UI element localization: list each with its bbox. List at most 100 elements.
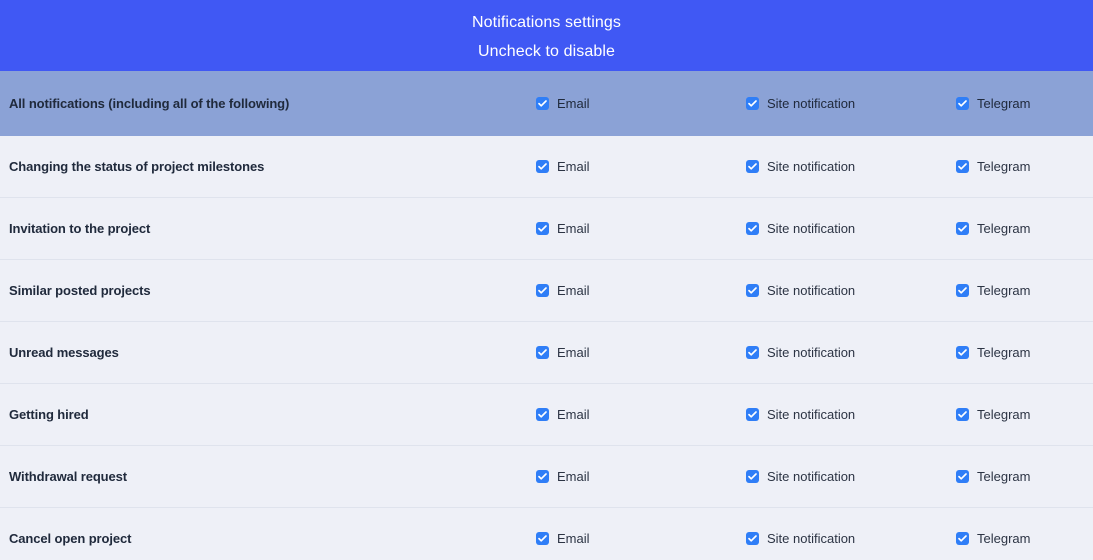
checkbox-site[interactable] — [746, 346, 759, 359]
channel-option-telegram[interactable]: Telegram — [956, 345, 1093, 360]
check-icon — [538, 163, 547, 170]
checkbox-telegram[interactable] — [956, 284, 969, 297]
table-row: Getting hired Email Site notification Teleg… — [0, 384, 1093, 446]
checkbox-site[interactable] — [746, 408, 759, 421]
check-icon — [538, 99, 547, 107]
channel-option-label: Telegram — [977, 531, 1031, 546]
channel-option-email[interactable]: Email — [536, 283, 746, 298]
channel-option-label: Email — [557, 221, 590, 236]
checkbox-site[interactable] — [746, 532, 759, 545]
notification-type-label: All notifications (including all of the … — [9, 95, 290, 111]
check-icon — [748, 473, 757, 480]
channel-option-label: Email — [557, 345, 590, 360]
channel-option-site[interactable]: Site notification — [746, 469, 956, 484]
checkbox-email[interactable] — [536, 96, 549, 110]
channel-option-telegram[interactable]: Telegram — [956, 221, 1093, 236]
checkbox-email[interactable] — [536, 532, 549, 545]
channel-option-site[interactable]: Site notification — [746, 531, 956, 546]
checkbox-site[interactable] — [746, 160, 759, 173]
notification-type-label: Getting hired — [9, 407, 89, 422]
notification-type-label: Unread messages — [9, 345, 119, 360]
channel-option-label: Site notification — [767, 531, 856, 546]
checkbox-site[interactable] — [746, 222, 759, 235]
channel-option-email[interactable]: Email — [536, 531, 746, 546]
channel-option-email[interactable]: Email — [536, 407, 746, 422]
checkbox-telegram[interactable] — [956, 408, 969, 421]
check-icon — [748, 535, 757, 542]
channel-option-telegram[interactable]: Telegram — [956, 531, 1093, 546]
channel-option-telegram[interactable]: Telegram — [956, 407, 1093, 422]
check-icon — [748, 99, 757, 107]
channel-option-label: Site notification — [767, 221, 856, 236]
table-row: Similar posted projects Email Site notific… — [0, 260, 1093, 322]
checkbox-email[interactable] — [536, 284, 549, 297]
check-icon — [958, 411, 967, 418]
channel-option-label: Site notification — [767, 345, 856, 360]
channel-option-label: Site notification — [767, 469, 856, 484]
table-row: Invitation to the project Email Site notif… — [0, 198, 1093, 260]
page-title: Notifications settings — [472, 13, 621, 31]
channel-option-email[interactable]: Email — [536, 469, 746, 484]
notification-type-label: Invitation to the project — [9, 221, 151, 236]
channel-option-label: Telegram — [977, 283, 1031, 298]
channel-option-label: Email — [557, 469, 590, 484]
channel-option-label: Site notification — [767, 407, 856, 422]
checkbox-telegram[interactable] — [956, 532, 969, 545]
notification-type-label: Similar posted projects — [9, 283, 151, 298]
channel-option-email[interactable]: Email — [536, 96, 746, 111]
table-row: Changing the status of project milestone… — [0, 136, 1093, 198]
check-icon — [958, 99, 967, 107]
channel-option-site[interactable]: Site notification — [746, 283, 956, 298]
channel-option-site[interactable]: Site notification — [746, 159, 956, 174]
table-row: Unread messages Email Site notification Tel… — [0, 322, 1093, 384]
channel-option-label: Email — [557, 95, 590, 111]
channel-option-label: Email — [557, 159, 590, 174]
checkbox-site[interactable] — [746, 284, 759, 297]
check-icon — [538, 225, 547, 232]
channel-option-email[interactable]: Email — [536, 159, 746, 174]
checkbox-email[interactable] — [536, 160, 549, 173]
check-icon — [958, 225, 967, 232]
table-row: Withdrawal request Email Site notification… — [0, 446, 1093, 508]
channel-option-label: Telegram — [977, 221, 1031, 236]
checkbox-email[interactable] — [536, 470, 549, 483]
channel-option-label: Site notification — [767, 283, 856, 298]
notifications-table: All notifications (including all of the … — [0, 71, 1093, 560]
checkbox-telegram[interactable] — [956, 96, 969, 110]
checkbox-email[interactable] — [536, 346, 549, 359]
checkbox-site[interactable] — [746, 470, 759, 483]
channel-option-telegram[interactable]: Telegram — [956, 283, 1093, 298]
channel-option-site[interactable]: Site notification — [746, 407, 956, 422]
page-header: Notifications settings Uncheck to disabl… — [0, 0, 1093, 71]
check-icon — [958, 535, 967, 542]
channel-option-site[interactable]: Site notification — [746, 96, 956, 111]
checkbox-telegram[interactable] — [956, 222, 969, 235]
channel-option-label: Telegram — [977, 345, 1031, 360]
channel-option-site[interactable]: Site notification — [746, 345, 956, 360]
checkbox-telegram[interactable] — [956, 160, 969, 173]
checkbox-email[interactable] — [536, 408, 549, 421]
check-icon — [958, 349, 967, 356]
channel-option-email[interactable]: Email — [536, 345, 746, 360]
channel-option-label: Telegram — [977, 407, 1031, 422]
check-icon — [958, 473, 967, 480]
checkbox-telegram[interactable] — [956, 470, 969, 483]
check-icon — [538, 411, 547, 418]
page-subtitle: Uncheck to disable — [478, 42, 615, 60]
check-icon — [748, 225, 757, 232]
check-icon — [958, 163, 967, 170]
channel-option-email[interactable]: Email — [536, 221, 746, 236]
notifications-settings-page: Notifications settings Uncheck to disabl… — [0, 0, 1093, 560]
channel-option-label: Email — [557, 407, 590, 422]
check-icon — [748, 163, 757, 170]
notification-type-label: Cancel open project — [9, 531, 132, 546]
checkbox-telegram[interactable] — [956, 346, 969, 359]
channel-option-telegram[interactable]: Telegram — [956, 159, 1093, 174]
channel-option-site[interactable]: Site notification — [746, 221, 956, 236]
checkbox-email[interactable] — [536, 222, 549, 235]
channel-option-telegram[interactable]: Telegram — [956, 96, 1093, 111]
channel-option-telegram[interactable]: Telegram — [956, 469, 1093, 484]
checkbox-site[interactable] — [746, 96, 759, 110]
channel-option-label: Telegram — [977, 469, 1031, 484]
channel-option-label: Telegram — [977, 159, 1031, 174]
